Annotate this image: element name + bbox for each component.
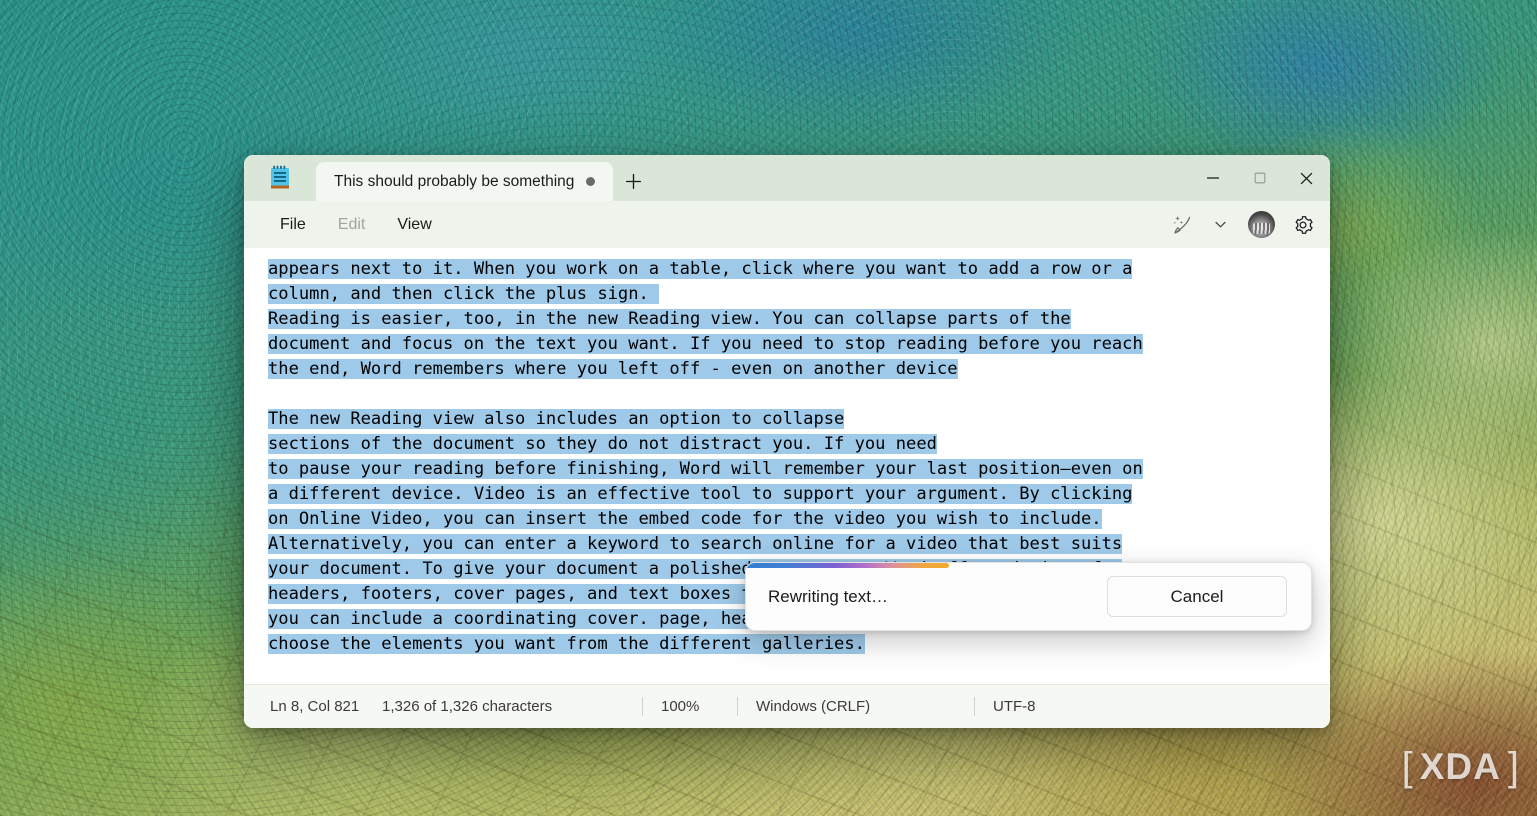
document-tab[interactable]: This should probably be something <box>316 162 614 201</box>
minimize-button[interactable] <box>1189 155 1236 201</box>
selected-text-run: sections of the document so they do not … <box>268 434 937 454</box>
status-character-count: 1,326 of 1,326 characters <box>382 698 553 715</box>
editor-line: the end, Word remembers where you left o… <box>268 357 1312 382</box>
ai-rewrite-icon[interactable] <box>1165 208 1199 242</box>
menu-bar: File Edit View <box>244 201 1330 248</box>
status-line-ending[interactable]: Windows (CRLF) <box>756 697 956 717</box>
new-tab-button[interactable] <box>613 162 653 201</box>
editor-line: choose the elements you want from the di… <box>268 632 1312 657</box>
selected-text-run: on Online Video, you can insert the embe… <box>268 509 1102 529</box>
status-divider <box>974 697 975 716</box>
editor-line: Alternatively, you can enter a keyword t… <box>268 532 1312 557</box>
settings-gear-icon[interactable] <box>1286 208 1320 242</box>
title-bar[interactable]: This should probably be something <box>244 155 1330 201</box>
menu-item-edit: Edit <box>337 215 366 233</box>
editor-line: appears next to it. When you work on a t… <box>268 257 1312 282</box>
status-encoding[interactable]: UTF-8 <box>993 697 1036 717</box>
tab-strip: This should probably be something <box>316 155 653 201</box>
dialog-status-message: Rewriting text… <box>768 586 888 606</box>
selected-text-run: document and focus on the text you want.… <box>268 334 1143 354</box>
status-divider <box>737 697 738 716</box>
editor-line: The new Reading view also includes an op… <box>268 407 1312 432</box>
editor-line: to pause your reading before finishing, … <box>268 457 1312 482</box>
selected-text-run: appears next to it. When you work on a t… <box>268 259 1133 279</box>
selected-text-run: Alternatively, you can enter a keyword t… <box>268 534 1123 554</box>
status-bar: Ln 8, Col 821 1,326 of 1,326 characters … <box>244 684 1330 728</box>
maximize-button[interactable] <box>1236 155 1283 201</box>
editor-line: column, and then click the plus sign. <box>268 282 1312 307</box>
rewrite-progress-dialog: Rewriting text… Cancel <box>745 562 1312 631</box>
tab-title: This should probably be something <box>334 172 575 190</box>
app-icon-slot <box>244 155 316 201</box>
selected-text-run: The new Reading view also includes an op… <box>268 409 845 429</box>
progress-bar-fill <box>746 563 950 568</box>
unsaved-changes-dot <box>586 177 596 186</box>
editor-line: document and focus on the text you want.… <box>268 332 1312 357</box>
menu-item-view[interactable]: View <box>381 210 447 240</box>
selected-text-run: to pause your reading before finishing, … <box>268 459 1143 479</box>
editor-line: Reading is easier, too, in the new Readi… <box>268 307 1312 332</box>
editor-line: sections of the document so they do not … <box>268 432 1312 457</box>
editor-line: on Online Video, you can insert the embe… <box>268 507 1312 532</box>
selected-text-run: a different device. Video is an effectiv… <box>268 484 1133 504</box>
window-controls <box>1189 155 1330 201</box>
cancel-button[interactable]: Cancel <box>1107 576 1287 617</box>
selected-text-run: the end, Word remembers where you left o… <box>268 359 958 379</box>
status-zoom-level[interactable]: 100% <box>661 697 719 717</box>
status-divider <box>642 697 643 716</box>
selected-text-run: column, and then click the plus sign. <box>268 284 660 304</box>
notepad-icon <box>269 165 291 191</box>
menu-item-file[interactable]: File <box>264 210 322 240</box>
progress-bar-track <box>746 563 1311 568</box>
account-avatar[interactable] <box>1248 211 1275 238</box>
notepad-window: This should probably be something File E… <box>244 155 1330 728</box>
selected-text-run: Reading is easier, too, in the new Readi… <box>268 309 1071 329</box>
chevron-down-icon[interactable] <box>1203 208 1237 242</box>
status-cursor-position[interactable]: Ln 8, Col 821 <box>270 697 382 717</box>
menu-toolbar-right <box>1165 201 1320 248</box>
selected-text-run: choose the elements you want from the di… <box>268 634 865 654</box>
editor-line: a different device. Video is an effectiv… <box>268 482 1312 507</box>
close-button[interactable] <box>1283 155 1330 201</box>
